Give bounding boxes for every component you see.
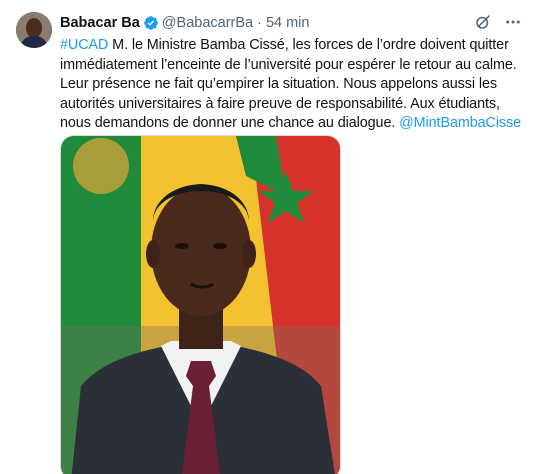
verified-badge-icon [143,15,159,31]
tweet-text: #UCAD M. le Ministre Bamba Cissé, les fo… [60,36,530,134]
user-handle[interactable]: @BabacarrBa [162,13,253,33]
tweet-top-actions [473,12,523,32]
tweet-image[interactable] [60,135,341,474]
tweet[interactable]: Babacar Ba @BabacarrBa · 54 min #UCAD M. [0,0,541,474]
separator-dot: · [257,15,262,31]
timestamp[interactable]: 54 min [266,13,310,33]
more-icon[interactable] [503,12,523,32]
tweet-header: Babacar Ba @BabacarrBa · 54 min [60,13,309,33]
avatar[interactable] [16,12,52,48]
mention-link[interactable]: @MintBambaCisse [399,115,521,131]
hashtag-link[interactable]: #UCAD [60,37,108,53]
grok-icon[interactable] [473,12,493,32]
display-name[interactable]: Babacar Ba [60,13,140,33]
